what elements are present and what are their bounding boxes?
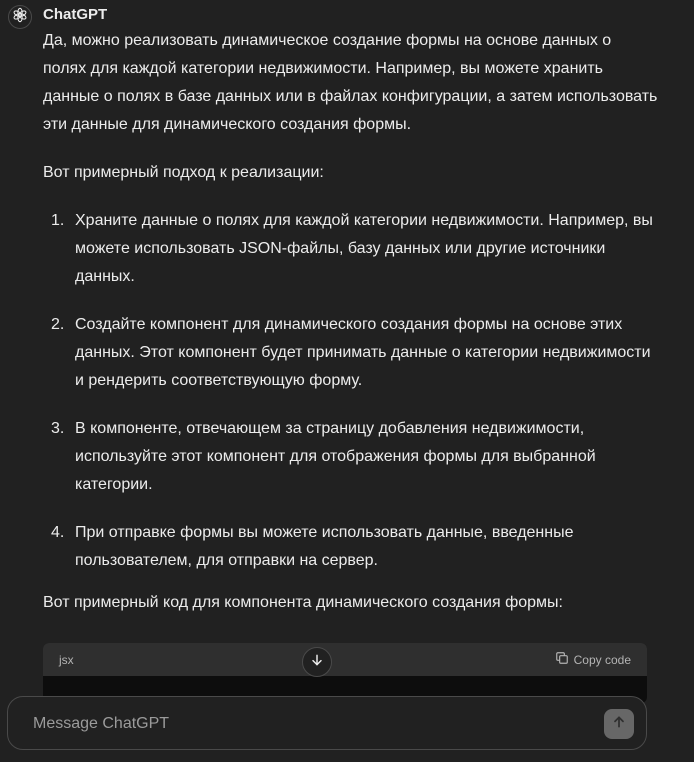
scroll-to-bottom-button[interactable] [302, 647, 332, 677]
code-intro-paragraph: Вот примерный код для компонента динамич… [43, 594, 563, 611]
list-item: 3. В компоненте, отвечающем за страницу … [43, 415, 658, 499]
code-block-header: jsx Copy code [43, 643, 647, 676]
list-item-text: Храните данные о полях для каждой катего… [75, 212, 653, 285]
copy-code-button[interactable]: Copy code [555, 651, 631, 668]
copy-icon [555, 651, 569, 668]
intro-paragraph: Да, можно реализовать динамическое созда… [43, 32, 658, 133]
chatgpt-avatar [8, 5, 32, 29]
list-item-text: В компоненте, отвечающем за страницу доб… [75, 420, 596, 493]
list-item: 2. Создайте компонент для динамического … [43, 311, 658, 395]
arrow-down-icon [309, 652, 325, 673]
code-language-label: jsx [59, 652, 74, 667]
list-item-number: 4. [51, 524, 65, 541]
chat-page: ChatGPT Да, можно реализовать динамическ… [0, 0, 694, 762]
code-block: jsx Copy code [43, 643, 647, 703]
list-item: 4. При отправке формы вы можете использо… [43, 519, 658, 575]
message-author: ChatGPT [43, 6, 108, 23]
list-item-text: Создайте компонент для динамического соз… [75, 316, 651, 389]
list-item-number: 1. [51, 212, 65, 229]
assistant-message: Да, можно реализовать динамическое созда… [43, 27, 658, 617]
send-button[interactable] [604, 709, 634, 739]
steps-list: 1. Храните данные о полях для каждой кат… [43, 207, 658, 575]
message-input[interactable] [31, 711, 595, 737]
list-item: 1. Храните данные о полях для каждой кат… [43, 207, 658, 291]
list-item-number: 3. [51, 420, 65, 437]
chatgpt-logo-icon [12, 7, 28, 28]
arrow-up-icon [611, 714, 627, 735]
message-composer [7, 696, 647, 750]
list-item-number: 2. [51, 316, 65, 333]
list-item-text: При отправке формы вы можете использоват… [75, 524, 574, 569]
approach-paragraph: Вот примерный подход к реализации: [43, 164, 324, 181]
copy-code-label: Copy code [573, 652, 631, 667]
